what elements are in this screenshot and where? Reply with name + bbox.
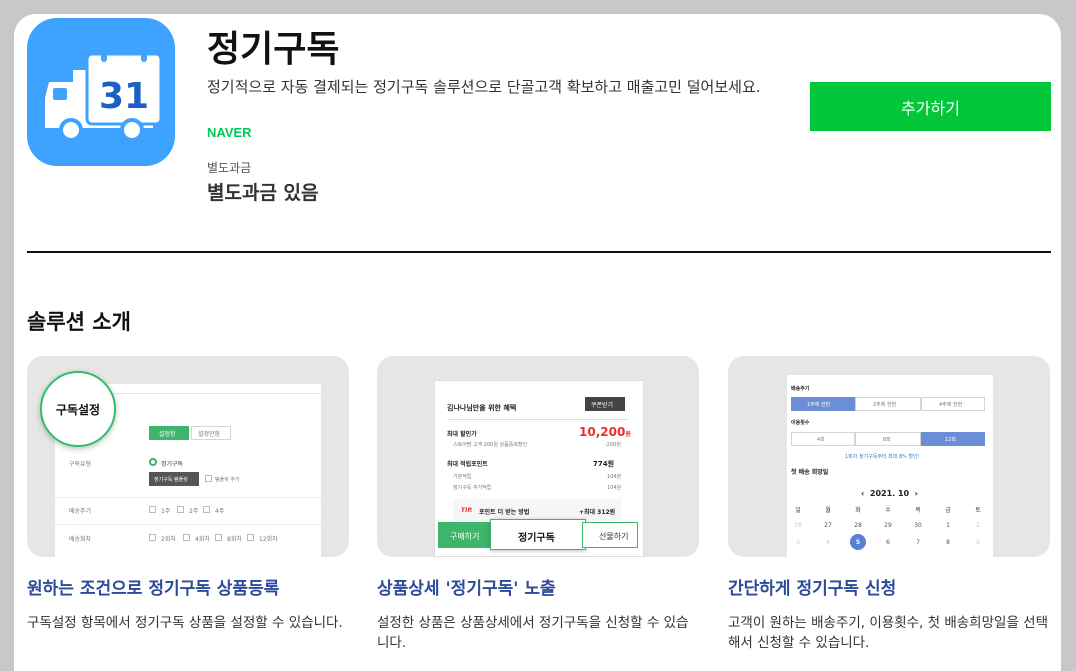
feature-thumbnail: 김나나님만을 위한 혜택 쿠폰받기 최대 할인가 10,200원 스토어팜 고객… xyxy=(377,356,699,557)
subscribe-button-mock: 정기구독 xyxy=(490,519,586,550)
section-title: 솔루션 소개 xyxy=(27,310,131,334)
subscription-form-mockup: 배송주기 1주에 한번 2주에 한번 4주에 한번 이용횟수 4회 8회 12회… xyxy=(787,375,993,557)
calendar-truck-icon: 31 xyxy=(27,18,175,166)
price-value: 별도과금 있음 xyxy=(207,182,319,204)
feature-desc: 구독설정 항목에서 정기구독 상품을 설정할 수 있습니다. xyxy=(27,615,343,631)
vendor-name: NAVER xyxy=(207,125,252,140)
feature-card-detail: 김나나님만을 위한 혜택 쿠폰받기 최대 할인가 10,200원 스토어팜 고객… xyxy=(377,356,699,653)
svg-text:31: 31 xyxy=(99,76,149,117)
gift-button-mock: 선물하기 xyxy=(582,522,638,548)
feature-desc: 고객이 원하는 배송주기, 이용횟수, 첫 배송희망일을 선택해서 신청할 수 … xyxy=(728,615,1048,651)
feature-title: 간단하게 정기구독 신청 xyxy=(728,579,897,599)
feature-thumbnail: 배송주기 1주에 한번 2주에 한번 4주에 한번 이용횟수 4회 8회 12회… xyxy=(728,356,1050,557)
add-button[interactable]: 추가하기 xyxy=(810,82,1051,131)
feature-title: 원하는 조건으로 정기구독 상품등록 xyxy=(27,579,280,599)
feature-thumbnail: 설정함 설정안함 구독유형 정기구독 정기구독 템플릿 템플릿 추가 배송주기 … xyxy=(27,356,349,557)
price-label: 별도과금 xyxy=(207,161,252,175)
app-description: 정기적으로 자동 결제되는 정기구독 솔루션으로 단골고객 확보하고 매출고민 … xyxy=(207,78,761,96)
feature-card-register: 설정함 설정안함 구독유형 정기구독 정기구독 템플릿 템플릿 추가 배송주기 … xyxy=(27,356,349,633)
feature-desc: 설정한 상품은 상품상세에서 정기구독을 신청할 수 있습니다. xyxy=(377,615,689,651)
solution-detail-card: 31 정기구독 정기적으로 자동 결제되는 정기구독 솔루션으로 단골고객 확보… xyxy=(14,14,1061,671)
divider xyxy=(27,251,1051,253)
app-title: 정기구독 xyxy=(207,29,340,70)
buy-button-mock: 구매하기 xyxy=(438,522,498,548)
subscription-setting-badge: 구독설정 xyxy=(40,371,116,447)
feature-title: 상품상세 '정기구독' 노출 xyxy=(377,579,556,599)
feature-card-apply: 배송주기 1주에 한번 2주에 한번 4주에 한번 이용횟수 4회 8회 12회… xyxy=(728,356,1050,653)
